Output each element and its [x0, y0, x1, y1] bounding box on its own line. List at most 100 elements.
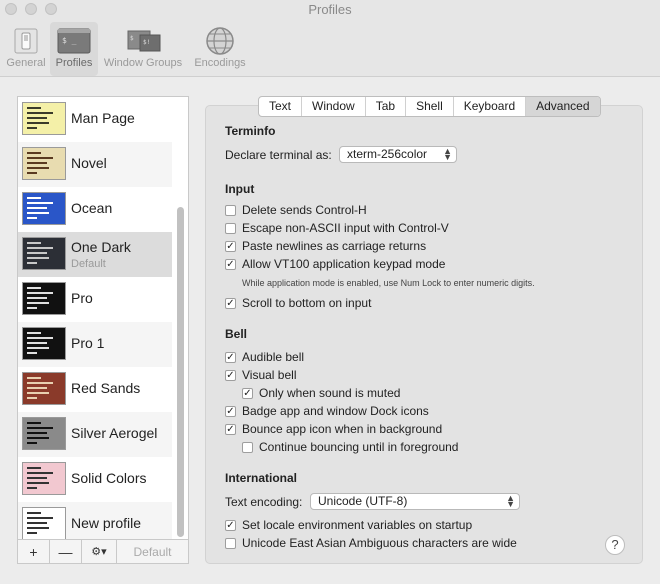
escape-non-ascii-label: Escape non-ASCII input with Control-V	[242, 221, 449, 235]
badge-dock-icons-checkbox[interactable]: ✓	[225, 406, 236, 417]
profile-list[interactable]: Man Page Novel Ocean One Dark Default Pro Pro …	[17, 96, 189, 540]
profile-name: Pro 1	[71, 335, 105, 351]
scroll-to-bottom-label: Scroll to bottom on input	[242, 296, 372, 310]
allow-vt100-keypad-label: Allow VT100 application keypad mode	[242, 257, 446, 271]
profile-row[interactable]: Silver Aerogel	[18, 412, 172, 457]
bounce-app-icon-checkbox[interactable]: ✓	[225, 424, 236, 435]
remove-profile-button[interactable]: —	[50, 540, 82, 563]
profile-thumbnail	[22, 507, 66, 539]
profile-row[interactable]: Ocean	[18, 187, 172, 232]
profile-name: Red Sands	[71, 380, 141, 396]
profile-thumbnail	[22, 147, 66, 180]
settings-tabs: Text Window Tab Shell Keyboard Advanced	[258, 96, 601, 117]
title-bar: Profiles General $ _ Profiles $ $! Windo…	[0, 0, 660, 77]
tab-advanced[interactable]: Advanced	[526, 97, 600, 116]
toolbar-general-label: General	[6, 57, 46, 69]
svg-text:$ _: $ _	[62, 36, 77, 45]
set-default-button[interactable]: Default	[117, 540, 188, 563]
profile-row[interactable]: Red Sands	[18, 367, 172, 412]
profile-name: Man Page	[71, 110, 135, 126]
profile-thumbnail	[22, 462, 66, 495]
profile-name: Silver Aerogel	[71, 425, 158, 441]
profile-name: Solid Colors	[71, 470, 147, 486]
tab-keyboard[interactable]: Keyboard	[454, 97, 527, 116]
text-encoding-label: Text encoding:	[225, 495, 303, 509]
visual-bell-label: Visual bell	[242, 368, 297, 382]
badge-dock-icons-label: Badge app and window Dock icons	[242, 404, 429, 418]
profile-thumbnail	[22, 282, 66, 315]
profile-name: Novel	[71, 155, 107, 171]
scroll-to-bottom-checkbox[interactable]: ✓	[225, 298, 236, 309]
toolbar-encodings-label: Encodings	[194, 57, 246, 69]
east-asian-ambiguous-wide-checkbox[interactable]	[225, 538, 236, 549]
chevron-updown-icon: ▲ ▼	[443, 146, 452, 162]
bell-heading: Bell	[225, 327, 248, 341]
toolbar-encodings[interactable]: Encodings	[190, 22, 250, 76]
audible-bell-label: Audible bell	[242, 350, 305, 364]
window-title: Profiles	[308, 2, 352, 17]
declare-terminal-value: xterm-256color	[347, 147, 428, 161]
bounce-app-icon-label: Bounce app icon when in background	[242, 422, 443, 436]
profile-row[interactable]: One Dark Default	[18, 232, 172, 277]
profile-row[interactable]: Solid Colors	[18, 457, 172, 502]
escape-non-ascii-checkbox[interactable]	[225, 223, 236, 234]
allow-vt100-keypad-checkbox[interactable]: ✓	[225, 259, 236, 270]
tab-window[interactable]: Window	[302, 97, 366, 116]
svg-text:$!: $!	[143, 39, 150, 46]
declare-terminal-select[interactable]: xterm-256color ▲ ▼	[339, 146, 457, 163]
profile-list-toolbar: + — ⚙︎▾ Default	[17, 540, 189, 564]
tab-tab[interactable]: Tab	[366, 97, 407, 116]
international-heading: International	[225, 471, 298, 485]
paste-newlines-label: Paste newlines as carriage returns	[242, 239, 427, 253]
profile-row[interactable]: Novel	[18, 142, 172, 187]
profile-row[interactable]: Pro	[18, 277, 172, 322]
profile-name: One Dark	[71, 239, 131, 255]
toolbar-window-groups-label: Window Groups	[103, 57, 183, 69]
declare-terminal-label: Declare terminal as:	[225, 148, 332, 162]
toolbar-profiles[interactable]: $ _ Profiles	[50, 22, 98, 76]
profile-thumbnail	[22, 372, 66, 405]
profile-row[interactable]: Man Page	[18, 97, 172, 142]
keypad-note: While application mode is enabled, use N…	[242, 278, 535, 288]
terminfo-heading: Terminfo	[225, 124, 276, 138]
audible-bell-checkbox[interactable]: ✓	[225, 352, 236, 363]
profile-name: New profile	[71, 515, 142, 531]
help-button[interactable]: ?	[605, 535, 625, 555]
toolbar-general[interactable]: General	[4, 22, 48, 76]
profile-thumbnail	[22, 192, 66, 225]
paste-newlines-checkbox[interactable]: ✓	[225, 241, 236, 252]
chevron-updown-icon: ▲ ▼	[506, 493, 515, 509]
text-encoding-value: Unicode (UTF-8)	[318, 494, 408, 508]
delete-sends-control-h-label: Delete sends Control-H	[242, 203, 367, 217]
profile-name: Ocean	[71, 200, 113, 216]
text-encoding-select[interactable]: Unicode (UTF-8) ▲ ▼	[310, 493, 520, 510]
toolbar-window-groups[interactable]: $ $! Window Groups	[100, 22, 186, 76]
tab-text[interactable]: Text	[259, 97, 303, 116]
delete-sends-control-h-checkbox[interactable]	[225, 205, 236, 216]
profile-row[interactable]: New profile	[18, 502, 172, 539]
visual-bell-checkbox[interactable]: ✓	[225, 370, 236, 381]
set-locale-env-checkbox[interactable]: ✓	[225, 520, 236, 531]
terminal-profile-icon: $ _	[57, 28, 91, 54]
switch-icon	[14, 28, 38, 54]
profile-list-scrollbar[interactable]	[177, 207, 184, 537]
east-asian-ambiguous-wide-label: Unicode East Asian Ambiguous characters …	[242, 536, 517, 550]
profile-thumbnail	[22, 417, 66, 450]
profile-thumbnail	[22, 237, 66, 270]
toolbar-profiles-label: Profiles	[55, 57, 93, 69]
input-heading: Input	[225, 182, 255, 196]
profile-row[interactable]: Pro 1	[18, 322, 172, 367]
profile-thumbnail	[22, 102, 66, 135]
add-profile-button[interactable]: +	[18, 540, 50, 563]
set-locale-env-label: Set locale environment variables on star…	[242, 518, 473, 532]
globe-icon	[206, 27, 234, 55]
only-when-muted-checkbox[interactable]: ✓	[242, 388, 253, 399]
tab-shell[interactable]: Shell	[406, 97, 454, 116]
svg-text:$: $	[130, 35, 134, 42]
window-groups-icon: $ $!	[127, 30, 161, 52]
continue-bouncing-label: Continue bouncing until in foreground	[259, 440, 459, 454]
profile-actions-gear-button[interactable]: ⚙︎▾	[82, 540, 117, 563]
profile-name: Pro	[71, 290, 93, 306]
continue-bouncing-checkbox[interactable]	[242, 442, 253, 453]
only-when-muted-label: Only when sound is muted	[259, 386, 401, 400]
